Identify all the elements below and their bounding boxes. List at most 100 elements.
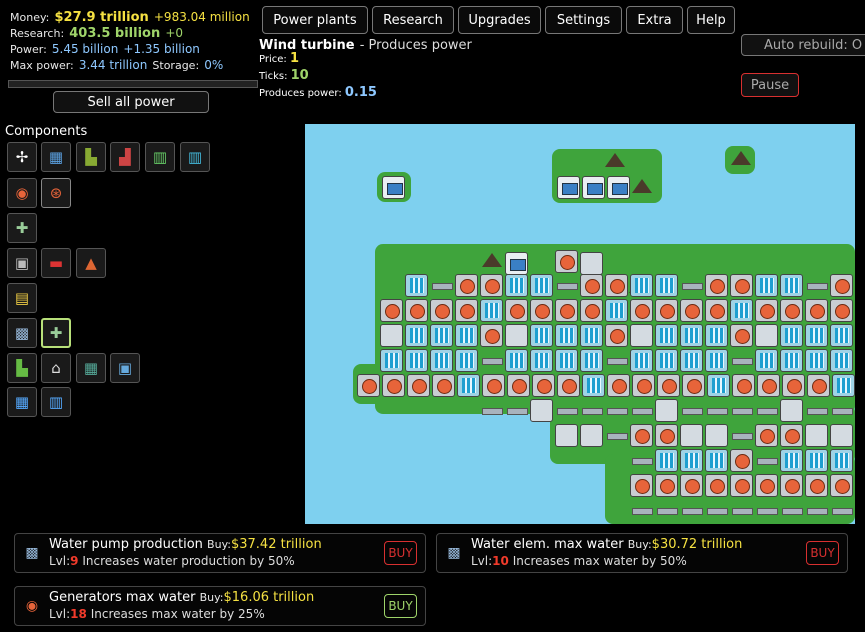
tab-settings[interactable]: Settings [545, 6, 622, 34]
ticks-label: Ticks: [259, 71, 288, 82]
gen-tile [730, 449, 753, 472]
pipe-tile [780, 499, 803, 522]
upgrade-description: Increases water production by 50% [82, 554, 295, 568]
gen-tile [455, 299, 478, 322]
tab-power-plants[interactable]: Power plants [262, 6, 368, 34]
fuel-icon[interactable]: ▬ [41, 248, 71, 278]
cell-tile [455, 324, 478, 347]
gen-tile [607, 374, 630, 397]
buy-label: Buy: [199, 591, 224, 604]
gen-tile [655, 474, 678, 497]
pipe-tile [805, 499, 828, 522]
gen-tile [655, 299, 678, 322]
gen-tile [380, 299, 403, 322]
cell-tile [630, 274, 653, 297]
cell-tile [430, 324, 453, 347]
pause-button[interactable]: Pause [741, 73, 799, 97]
info-description: - Produces power [359, 38, 472, 53]
gen-tile [630, 474, 653, 497]
cell-tile [705, 324, 728, 347]
cell-tile [680, 324, 703, 347]
tab-extra[interactable]: Extra [626, 6, 683, 34]
gen-tile [480, 324, 503, 347]
cell-tile [405, 324, 428, 347]
produces-value: 0.15 [344, 85, 377, 100]
tank-icon[interactable]: ▲ [76, 248, 106, 278]
gen-tile [705, 299, 728, 322]
pipe-tile [630, 449, 653, 472]
cell-tile [730, 299, 753, 322]
gen-tile [730, 274, 753, 297]
battery-icon[interactable]: ▣ [7, 248, 37, 278]
wind-turbine-icon[interactable]: ✢ [7, 142, 37, 172]
cell-tile [655, 324, 678, 347]
pump-tile [530, 399, 553, 422]
tab-help[interactable]: Help [687, 6, 735, 34]
gen-tile [730, 474, 753, 497]
gen-tile [430, 299, 453, 322]
water-cell-icon[interactable]: ▥ [145, 142, 175, 172]
buy-button[interactable]: BUY [384, 541, 417, 565]
pipe-junction-icon[interactable]: ✚ [7, 213, 37, 243]
pipe-tile [480, 349, 503, 372]
gen-tile [655, 424, 678, 447]
pipe-tile [505, 399, 528, 422]
solar-panel-icon[interactable]: ▦ [41, 142, 71, 172]
cell-tile [505, 349, 528, 372]
upgrade-description: Increases max water by 50% [512, 554, 687, 568]
game-map[interactable] [305, 124, 855, 524]
coal-plant-icon[interactable]: ▙ [76, 142, 106, 172]
cell-tile [505, 274, 528, 297]
bank-icon[interactable]: ▥ [41, 387, 71, 417]
gen-tile [605, 324, 628, 347]
gen-tile [580, 299, 603, 322]
water-pump-icon: ▩ [447, 545, 461, 561]
gen-tile [730, 324, 753, 347]
cell-tile [455, 349, 478, 372]
tab-upgrades[interactable]: Upgrades [458, 6, 541, 34]
nuclear-plant-icon[interactable]: ▟ [110, 142, 140, 172]
money-label: Money: [10, 11, 50, 24]
cell-tile [830, 449, 853, 472]
buy-button[interactable]: BUY [384, 594, 417, 618]
tab-research[interactable]: Research [372, 6, 454, 34]
water-connector-icon[interactable]: ✚ [41, 318, 71, 348]
water-pump-icon[interactable]: ▩ [7, 318, 37, 348]
gen-tile [682, 374, 705, 397]
components-label: Components [5, 124, 88, 139]
upgrade-name: Water elem. max water [471, 537, 624, 552]
office-icon[interactable]: ▙ [7, 353, 37, 383]
cell-tile [530, 349, 553, 372]
factory-icon[interactable]: ▦ [7, 387, 37, 417]
mountain-tile [480, 248, 503, 271]
gen-tile [407, 374, 430, 397]
gen-tile [532, 374, 555, 397]
pump-tile [830, 424, 853, 447]
shop-icon[interactable]: ▣ [110, 353, 140, 383]
auto-rebuild-toggle[interactable]: Auto rebuild: O [741, 34, 865, 56]
gen-tile [782, 374, 805, 397]
gen-tile [830, 299, 853, 322]
house-icon[interactable]: ⌂ [41, 353, 71, 383]
cell-tile [830, 349, 853, 372]
water-cell-large-icon[interactable]: ▥ [180, 142, 210, 172]
gen-tile [755, 299, 778, 322]
upgrade-level: 10 [492, 554, 509, 568]
upgrade-description: Increases max water by 25% [90, 607, 265, 621]
level-label: Lvl: [471, 554, 493, 568]
generator-large-icon[interactable]: ⊛ [41, 178, 71, 208]
gen-tile [555, 299, 578, 322]
sell-all-power-button[interactable]: Sell all power [53, 91, 209, 113]
cell-tile [530, 324, 553, 347]
house-tile [382, 176, 405, 199]
gen-tile [482, 374, 505, 397]
storage-value: 0% [204, 58, 224, 72]
generator-tile [555, 250, 578, 273]
heat-sink-icon[interactable]: ▤ [7, 283, 37, 313]
cell-tile [780, 349, 803, 372]
apartment-icon[interactable]: ▦ [76, 353, 106, 383]
cell-tile [805, 349, 828, 372]
generator-icon[interactable]: ◉ [7, 178, 37, 208]
buy-button[interactable]: BUY [806, 541, 839, 565]
upgrade-card-generators-max-water: ◉ Generators max water Buy:$16.06 trilli… [14, 586, 426, 626]
